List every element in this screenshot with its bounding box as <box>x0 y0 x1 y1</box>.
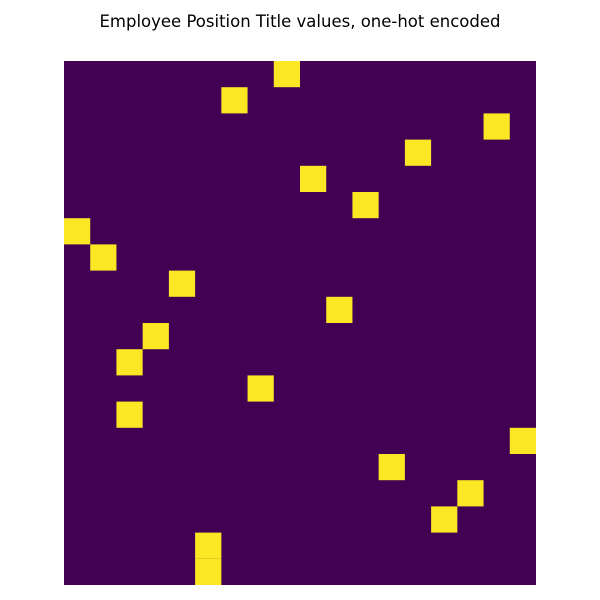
heatmap-plot <box>64 61 536 585</box>
heatmap-cell-hot <box>326 296 353 323</box>
heatmap-cell-hot <box>195 558 222 585</box>
heatmap-cell-hot <box>431 506 458 533</box>
heatmap-cell-hot <box>247 375 274 402</box>
heatmap-cell-hot <box>221 87 248 114</box>
heatmap-cell-hot <box>273 61 300 88</box>
heatmap-cell-hot <box>64 218 91 245</box>
heatmap-cell-hot <box>457 480 484 507</box>
heatmap-cell-hot <box>195 532 222 559</box>
heatmap-cell-hot <box>168 270 196 297</box>
heatmap-cell-hot <box>378 454 405 481</box>
heatmap-cells <box>64 61 536 585</box>
heatmap-cell-hot <box>116 349 143 376</box>
heatmap-cell-hot <box>404 139 432 166</box>
chart-figure: Employee Position Title values, one-hot … <box>0 0 600 600</box>
heatmap-cell-hot <box>483 113 510 140</box>
heatmap-cell-hot <box>142 323 169 350</box>
heatmap-cell-hot <box>90 244 117 271</box>
heatmap-cell-hot <box>300 165 327 192</box>
heatmap-cell-hot <box>509 427 536 454</box>
heatmap-cell-hot <box>116 401 143 428</box>
heatmap-cell-hot <box>352 192 379 219</box>
